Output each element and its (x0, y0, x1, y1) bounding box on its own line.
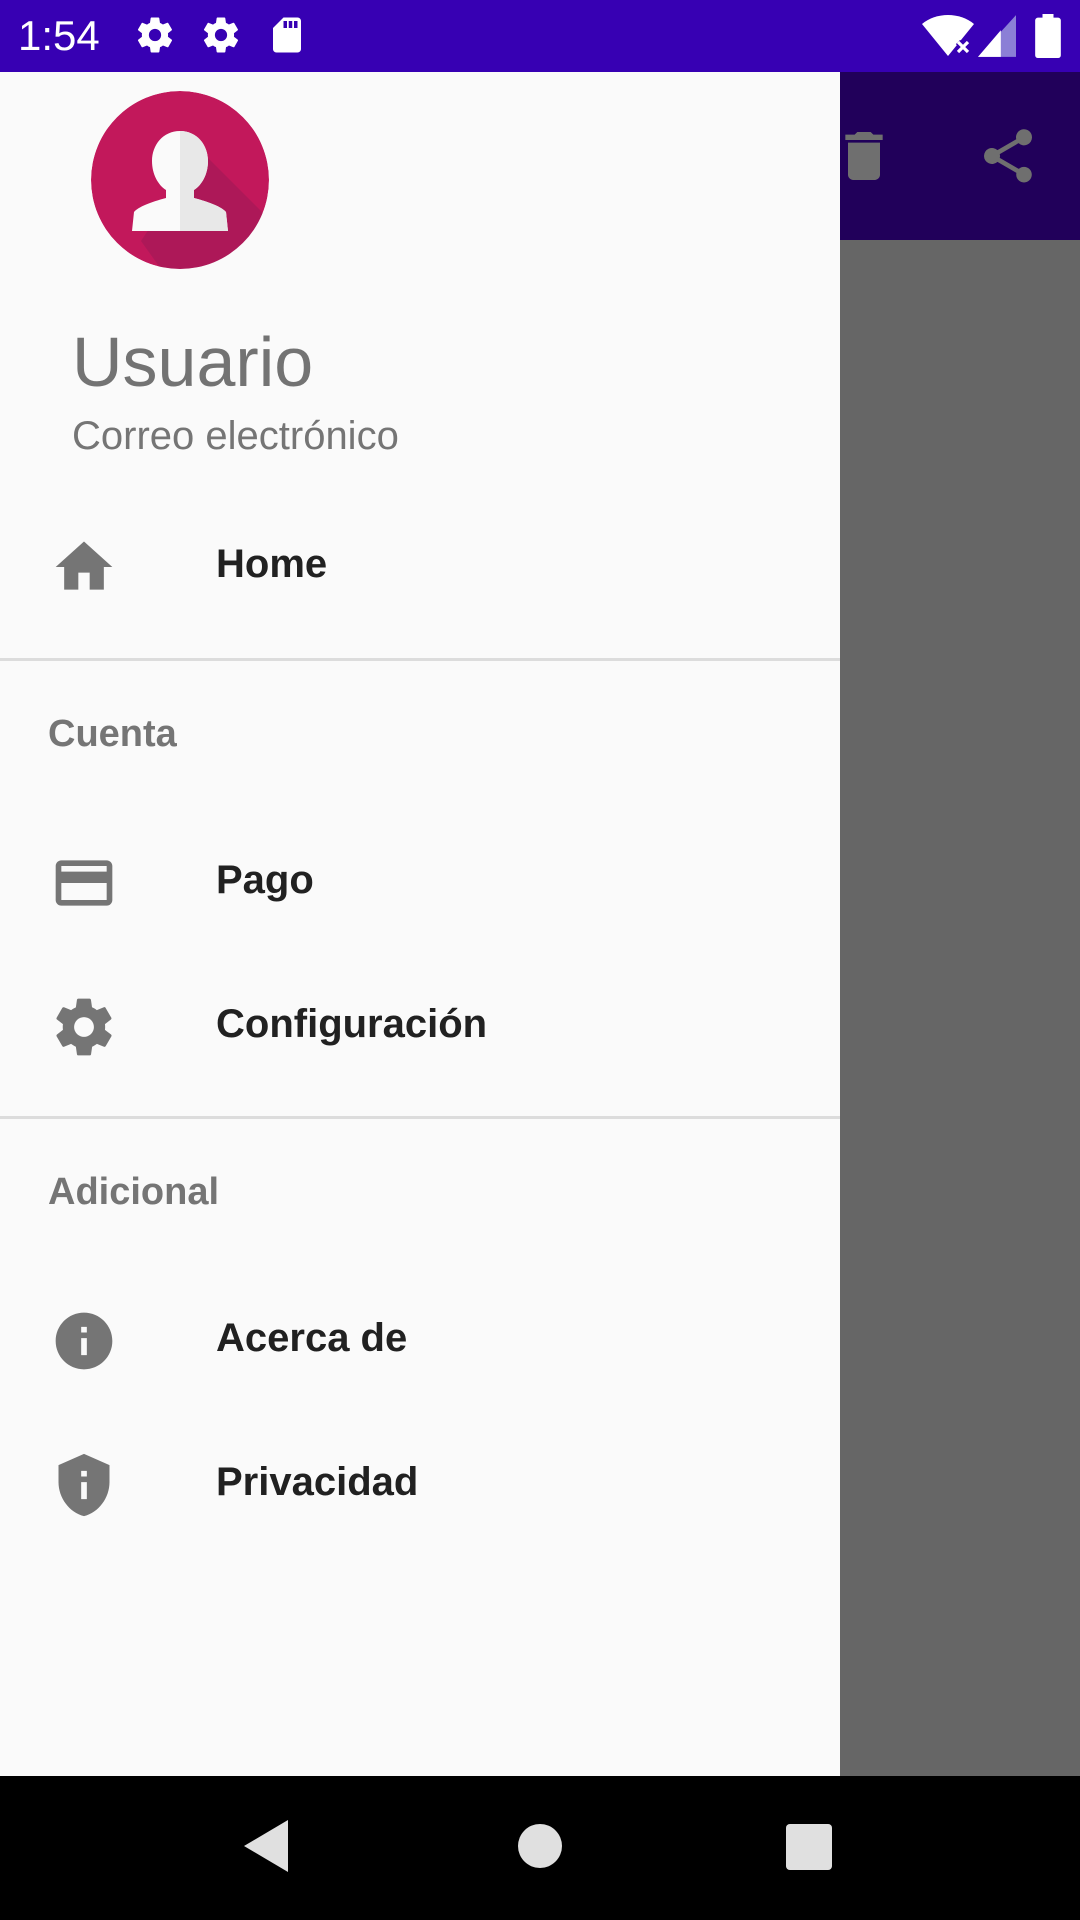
menu-item-privacidad[interactable]: Privacidad (0, 1416, 840, 1546)
menu-item-home[interactable]: Home (0, 498, 840, 628)
avatar-icon (91, 91, 269, 269)
status-bar: 1:54 (0, 0, 1080, 72)
battery-icon (1035, 14, 1061, 58)
user-name: Usuario (72, 323, 314, 401)
gear-icon (203, 17, 239, 53)
gear-icon (137, 17, 173, 53)
home-circle-icon[interactable] (518, 1824, 562, 1868)
menu-item-label: Privacidad (216, 1460, 419, 1504)
user-email: Correo electrónico (72, 414, 399, 458)
system-nav-bar (0, 1776, 1080, 1920)
divider (0, 658, 840, 661)
sd-card-icon (273, 17, 301, 53)
shield-info-icon (58, 1453, 110, 1517)
menu-item-label: Pago (216, 858, 314, 902)
share-icon[interactable] (976, 124, 1040, 188)
credit-card-icon (55, 860, 113, 906)
info-icon (55, 1312, 113, 1370)
section-header-cuenta: Cuenta (48, 713, 177, 755)
home-icon (55, 541, 113, 590)
menu-item-label: Acerca de (216, 1316, 408, 1360)
signal-icon (978, 15, 1016, 57)
user-avatar[interactable] (91, 91, 269, 269)
delete-icon[interactable] (832, 124, 896, 188)
section-header-adicional: Adicional (48, 1171, 220, 1213)
menu-item-label: Home (216, 542, 328, 586)
menu-item-configuracion[interactable]: Configuración (0, 958, 840, 1088)
navigation-drawer: Usuario Correo electrónico Home Cuenta P… (0, 72, 840, 1776)
menu-item-label: Configuración (216, 1002, 488, 1046)
menu-item-acerca-de[interactable]: Acerca de (0, 1272, 840, 1402)
recents-icon[interactable] (786, 1824, 832, 1870)
wifi-icon (922, 15, 974, 57)
settings-icon (56, 998, 112, 1056)
back-icon[interactable] (244, 1820, 292, 1872)
divider (0, 1116, 840, 1119)
menu-item-pago[interactable]: Pago (0, 814, 840, 944)
status-time: 1:54 (18, 12, 100, 59)
